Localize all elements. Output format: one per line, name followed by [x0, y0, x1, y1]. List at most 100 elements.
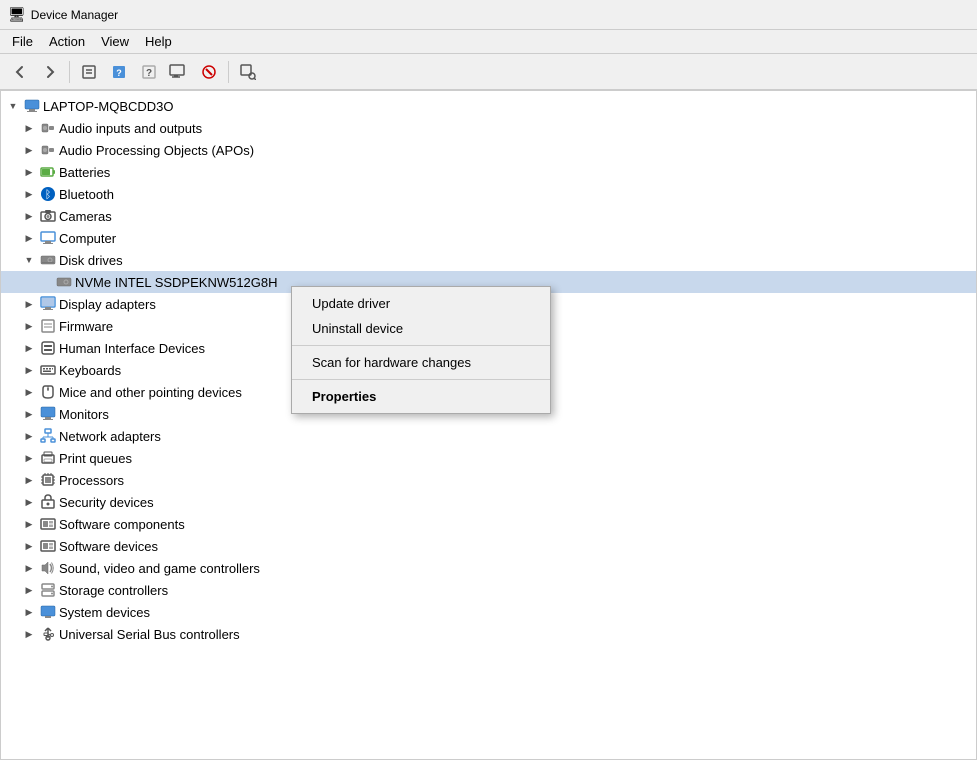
svg-text:ᛒ: ᛒ	[45, 189, 52, 201]
monitors-expander[interactable]	[21, 406, 37, 422]
context-menu-separator-2	[292, 379, 550, 380]
system-icon	[40, 604, 56, 620]
menu-help[interactable]: Help	[137, 32, 180, 51]
firmware-expander[interactable]	[21, 318, 37, 334]
root-label: LAPTOP-MQBCDD3O	[43, 99, 174, 114]
toolbar: ? ?	[0, 54, 977, 90]
disk-expander[interactable]	[21, 252, 37, 268]
tree-item-system[interactable]: System devices	[1, 601, 976, 623]
softwarecomp-icon	[40, 516, 56, 532]
context-menu-update-driver[interactable]: Update driver	[292, 291, 550, 316]
storage-icon	[40, 582, 56, 598]
bluetooth-label: Bluetooth	[59, 187, 114, 202]
disk-icon	[40, 252, 56, 268]
forward-icon	[42, 64, 58, 80]
usb-expander[interactable]	[21, 626, 37, 642]
menu-action[interactable]: Action	[41, 32, 93, 51]
processors-expander[interactable]	[21, 472, 37, 488]
back-icon	[12, 64, 28, 80]
tree-item-sound[interactable]: Sound, video and game controllers	[1, 557, 976, 579]
back-button[interactable]	[6, 58, 34, 86]
tree-item-processors[interactable]: Processors	[1, 469, 976, 491]
keyboards-expander[interactable]	[21, 362, 37, 378]
tree-item-apo[interactable]: Audio Processing Objects (APOs)	[1, 139, 976, 161]
tree-item-batteries[interactable]: Batteries	[1, 161, 976, 183]
softwaredev-icon	[40, 538, 56, 554]
usb-label: Universal Serial Bus controllers	[59, 627, 240, 642]
tree-item-storage[interactable]: Storage controllers	[1, 579, 976, 601]
properties-button[interactable]	[75, 58, 103, 86]
audio-label: Audio inputs and outputs	[59, 121, 202, 136]
menu-file[interactable]: File	[4, 32, 41, 51]
context-menu-uninstall[interactable]: Uninstall device	[292, 316, 550, 341]
monitor-button[interactable]	[165, 58, 193, 86]
tree-root[interactable]: LAPTOP-MQBCDD3O	[1, 95, 976, 117]
bluetooth-expander[interactable]	[21, 186, 37, 202]
title-bar: 🖥 Device Manager	[0, 0, 977, 30]
audio-expander[interactable]	[21, 120, 37, 136]
computer-label: Computer	[59, 231, 116, 246]
uninstall-icon	[201, 64, 217, 80]
svg-text:?: ?	[146, 68, 152, 79]
print-icon	[40, 450, 56, 466]
context-menu-separator-1	[292, 345, 550, 346]
display-icon	[40, 296, 56, 312]
svg-text:?: ?	[116, 68, 122, 78]
print-expander[interactable]	[21, 450, 37, 466]
keyboards-label: Keyboards	[59, 363, 121, 378]
sound-label: Sound, video and game controllers	[59, 561, 260, 576]
mice-expander[interactable]	[21, 384, 37, 400]
root-expander[interactable]	[5, 98, 21, 114]
tree-item-print[interactable]: Print queues	[1, 447, 976, 469]
tree-item-security[interactable]: Security devices	[1, 491, 976, 513]
menu-bar: File Action View Help	[0, 30, 977, 54]
nvme-icon	[56, 274, 72, 290]
sound-icon	[40, 560, 56, 576]
display-expander[interactable]	[21, 296, 37, 312]
update-driver-icon: ?	[111, 64, 127, 80]
security-expander[interactable]	[21, 494, 37, 510]
tree-item-softwaredev[interactable]: Software devices	[1, 535, 976, 557]
tree-item-bluetooth[interactable]: ᛒ Bluetooth	[1, 183, 976, 205]
help-button[interactable]: ?	[135, 58, 163, 86]
app-icon: 🖥	[8, 6, 26, 23]
sound-expander[interactable]	[21, 560, 37, 576]
device-tree[interactable]: LAPTOP-MQBCDD3O Audio inputs and outputs	[1, 91, 976, 759]
softwaredev-expander[interactable]	[21, 538, 37, 554]
cameras-label: Cameras	[59, 209, 112, 224]
hid-expander[interactable]	[21, 340, 37, 356]
system-label: System devices	[59, 605, 150, 620]
tree-item-cameras[interactable]: Cameras	[1, 205, 976, 227]
security-label: Security devices	[59, 495, 154, 510]
scan-button[interactable]	[234, 58, 262, 86]
softwarecomp-expander[interactable]	[21, 516, 37, 532]
tree-item-network[interactable]: Network adapters	[1, 425, 976, 447]
computer-expander[interactable]	[21, 230, 37, 246]
tree-item-computer[interactable]: Computer	[1, 227, 976, 249]
usb-icon	[40, 626, 56, 642]
menu-view[interactable]: View	[93, 32, 137, 51]
help-icon: ?	[141, 64, 157, 80]
tree-item-audio[interactable]: Audio inputs and outputs	[1, 117, 976, 139]
storage-expander[interactable]	[21, 582, 37, 598]
network-expander[interactable]	[21, 428, 37, 444]
forward-button[interactable]	[36, 58, 64, 86]
system-expander[interactable]	[21, 604, 37, 620]
update-driver-button[interactable]: ?	[105, 58, 133, 86]
tree-item-usb[interactable]: Universal Serial Bus controllers	[1, 623, 976, 645]
mouse-icon	[40, 384, 56, 400]
storage-label: Storage controllers	[59, 583, 168, 598]
batteries-expander[interactable]	[21, 164, 37, 180]
context-menu-scan[interactable]: Scan for hardware changes	[292, 350, 550, 375]
context-menu-properties[interactable]: Properties	[292, 384, 550, 409]
apo-label: Audio Processing Objects (APOs)	[59, 143, 254, 158]
cameras-expander[interactable]	[21, 208, 37, 224]
tree-item-softwarecomp[interactable]: Software components	[1, 513, 976, 535]
apo-expander[interactable]	[21, 142, 37, 158]
print-label: Print queues	[59, 451, 132, 466]
monitors-label: Monitors	[59, 407, 109, 422]
uninstall-button[interactable]	[195, 58, 223, 86]
monitor-icon	[40, 406, 56, 422]
tree-item-disk[interactable]: Disk drives	[1, 249, 976, 271]
main-content: LAPTOP-MQBCDD3O Audio inputs and outputs	[0, 90, 977, 760]
